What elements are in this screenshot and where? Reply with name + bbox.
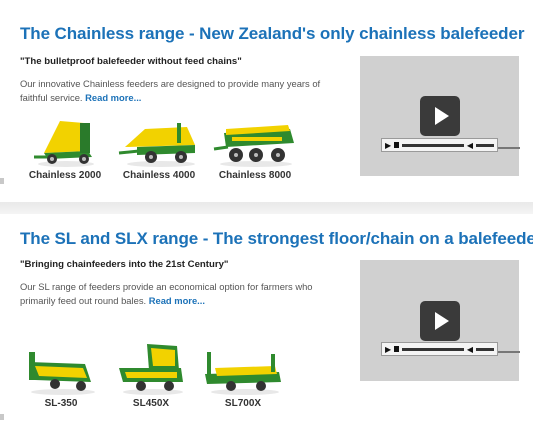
product-label[interactable]: SL450X <box>110 398 192 409</box>
progress-bar[interactable] <box>402 143 464 147</box>
sl450x-image <box>119 344 183 395</box>
volume-slider[interactable] <box>476 347 494 351</box>
section-title-chainless[interactable]: The Chainless range - New Zealand's only… <box>20 24 524 44</box>
product-sl-350[interactable]: SL-350 <box>20 344 102 409</box>
video-controls[interactable]: ▶ ◀ <box>381 342 498 356</box>
section-tagline: "The bulletproof balefeeder without feed… <box>20 56 242 67</box>
edge-marker <box>0 414 4 420</box>
play-small-icon[interactable]: ▶ <box>385 141 391 150</box>
chainless-2000-image <box>34 121 94 167</box>
product-label[interactable]: Chainless 2000 <box>22 170 108 181</box>
chainless-4000-image <box>118 123 195 167</box>
edge-marker <box>0 178 4 184</box>
product-chainless-2000[interactable]: Chainless 2000 <box>22 113 108 181</box>
stop-icon[interactable] <box>394 142 400 148</box>
volume-icon[interactable]: ◀ <box>467 141 473 150</box>
video-player-chainless[interactable]: ▶ ◀ <box>360 56 519 176</box>
section-tagline: "Bringing chainfeeders into the 21st Cen… <box>20 259 229 270</box>
chainless-8000-image <box>213 125 294 167</box>
video-timeline-overflow <box>498 147 520 149</box>
sl700x-image <box>205 352 281 395</box>
product-sl450x[interactable]: SL450X <box>110 344 192 409</box>
section-description: Our SL range of feeders provide an econo… <box>20 281 313 306</box>
sl-350-image <box>29 352 95 395</box>
product-label[interactable]: Chainless 4000 <box>116 170 202 181</box>
section-description: Our innovative Chainless feeders are des… <box>20 78 321 103</box>
play-small-icon[interactable]: ▶ <box>385 345 391 354</box>
section-title-sl-range[interactable]: The SL and SLX range - The strongest flo… <box>20 229 533 249</box>
product-sl700x[interactable]: SL700X <box>200 344 286 409</box>
read-more-link[interactable]: Read more... <box>149 295 205 306</box>
read-more-link[interactable]: Read more... <box>85 92 141 103</box>
product-label[interactable]: Chainless 8000 <box>210 170 300 181</box>
stop-icon[interactable] <box>394 346 400 352</box>
video-player-sl-range[interactable]: ▶ ◀ <box>360 260 519 381</box>
section-divider <box>0 202 533 214</box>
volume-icon[interactable]: ◀ <box>467 345 473 354</box>
product-label[interactable]: SL-350 <box>20 398 102 409</box>
product-chainless-4000[interactable]: Chainless 4000 <box>116 113 202 181</box>
video-timeline-overflow <box>498 351 520 353</box>
product-chainless-8000[interactable]: Chainless 8000 <box>210 113 300 181</box>
video-controls[interactable]: ▶ ◀ <box>381 138 498 152</box>
play-icon[interactable] <box>420 96 460 136</box>
progress-bar[interactable] <box>402 347 464 351</box>
product-label[interactable]: SL700X <box>200 398 286 409</box>
play-icon[interactable] <box>420 301 460 341</box>
volume-slider[interactable] <box>476 143 494 147</box>
